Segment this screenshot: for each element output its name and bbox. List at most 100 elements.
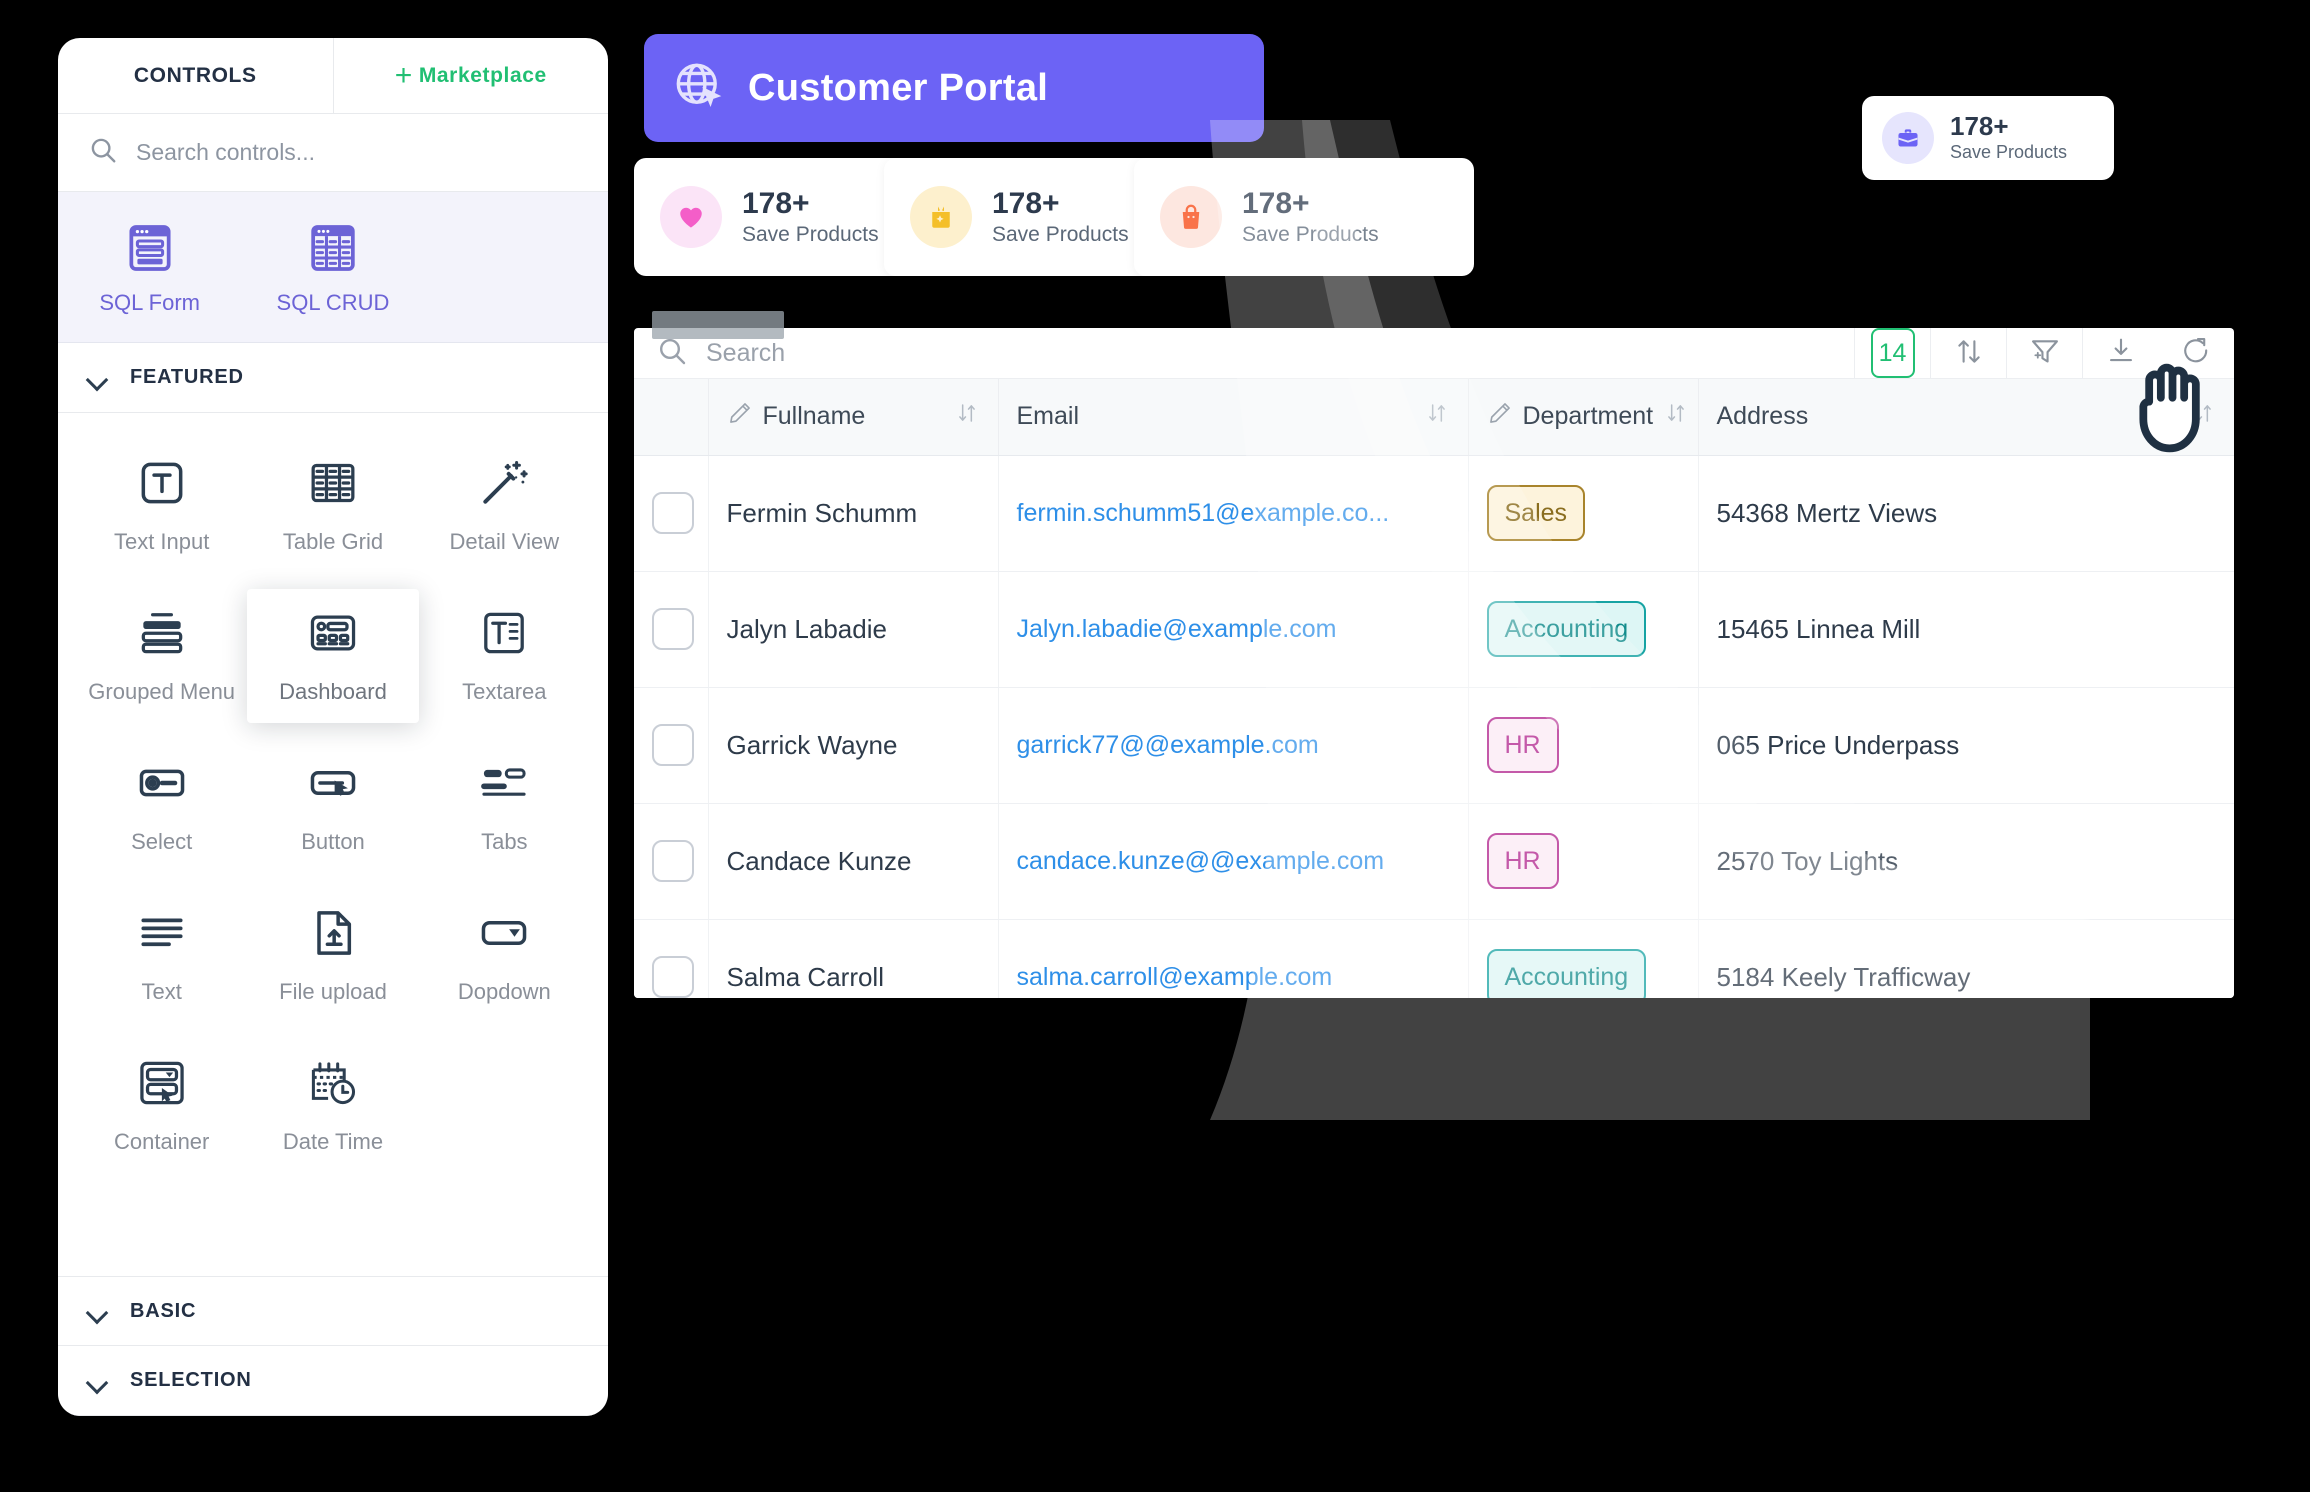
search-icon [656,335,688,372]
dropdown-icon [476,905,532,961]
control-tile-dropdown[interactable]: Dopdown [419,889,590,1023]
section-featured-label: FEATURED [130,366,244,388]
cell-email[interactable]: fermin.schumm51@example.co... [998,455,1469,572]
tabs-icon [476,755,532,811]
section-header-selection[interactable]: SELECTION [58,1346,608,1416]
control-label: Select [131,829,193,854]
data-table-card: 14 [634,328,2234,998]
stat-value: 178+ [742,187,810,221]
cell-email[interactable]: garrick77@@example.com [998,687,1469,804]
search-controls-input[interactable] [136,139,578,166]
control-label: Container [113,1129,210,1154]
control-label: Date Time [282,1129,384,1154]
stat-card-text: 178+ Save Products [992,187,1129,247]
row-checkbox[interactable] [652,956,694,998]
table-row[interactable]: Salma Carroll salma.carroll@example.com … [634,919,2234,998]
controls-tab-label: CONTROLS [133,63,257,87]
row-checkbox-cell[interactable] [634,571,709,688]
control-tile-dashboard[interactable]: Dashboard [247,589,419,723]
control-label: File upload [279,979,387,1004]
controls-tab[interactable]: CONTROLS [58,38,334,113]
control-tile-tabs[interactable]: Tabs [419,739,590,873]
control-tile-button[interactable]: Button [247,739,418,873]
table-row[interactable]: Candace Kunze candace.kunze@@example.com… [634,803,2234,920]
cell-fullname: Garrick Wayne [708,687,999,804]
table-toolbar: 14 [634,328,2234,379]
row-checkbox-cell[interactable] [634,455,709,572]
control-tile-text[interactable]: Text [76,889,247,1023]
table-row[interactable]: Fermin Schumm fermin.schumm51@example.co… [634,455,2234,572]
pencil-icon [1487,400,1513,433]
filter-button[interactable] [2006,328,2082,378]
column-header-fullname[interactable]: Fullname [708,379,999,456]
dashboard-icon [305,605,361,661]
sort-button[interactable] [1930,328,2006,378]
row-checkbox-cell[interactable] [634,687,709,804]
sort-toggle-icon[interactable] [1663,400,1689,433]
stat-card-text: 178+ Save Products [1950,111,2067,163]
featured-controls-grid: Text Input Table Grid Detail View Groupe… [58,413,608,1195]
table-row[interactable]: Jalyn Labadie Jalyn.labadie@example.com … [634,571,2234,688]
sql-crud-icon [305,220,361,276]
heart-icon [660,186,722,248]
cell-fullname: Jalyn Labadie [708,571,999,688]
column-header-department[interactable]: Department [1468,379,1699,456]
row-count-badge-button[interactable]: 14 [1854,328,1930,378]
cell-email[interactable]: candace.kunze@@example.com [998,803,1469,920]
briefcase-icon [1882,112,1934,164]
cell-email[interactable]: Jalyn.labadie@example.com [998,571,1469,688]
marketplace-tab-label: Marketplace [418,63,547,87]
sql-form-label: SQL Form [99,290,200,315]
stat-card-floating[interactable]: 178+ Save Products [1862,96,2114,180]
date-time-icon [305,1055,361,1111]
table-row[interactable]: Garrick Wayne garrick77@@example.com HR … [634,687,2234,804]
section-header-featured[interactable]: FEATURED [58,343,608,413]
column-label: Address [1716,402,1809,431]
control-label: Grouped Menu [88,679,236,704]
control-tile-text-input[interactable]: Text Input [76,439,247,573]
sort-toggle-icon[interactable] [954,400,980,433]
collapsed-sections: BASIC SELECTION [58,1276,608,1416]
control-label: Dashboard [279,679,387,704]
sort-arrows-icon [1952,334,1986,373]
control-tile-select[interactable]: Select [76,739,247,873]
stat-value: 178+ [1950,111,2009,142]
select-all-header[interactable] [634,379,709,456]
sort-toggle-icon[interactable] [1424,400,1450,433]
cell-email[interactable]: salma.carroll@example.com [998,919,1469,998]
column-header-email[interactable]: Email [998,379,1469,456]
control-label: Text Input [113,529,210,554]
control-tile-date-time[interactable]: Date Time [247,1039,418,1173]
globe-pointer-icon [672,59,726,118]
control-tile-sql-form[interactable]: SQL Form [58,220,241,316]
cell-address: 15465 Linnea Mill [1698,571,2234,688]
section-header-basic[interactable]: BASIC [58,1276,608,1346]
control-tile-container[interactable]: Container [76,1039,247,1173]
file-upload-icon [305,905,361,961]
control-label: Tabs [481,829,528,854]
text-lines-icon [134,905,190,961]
row-checkbox[interactable] [652,840,694,882]
control-tile-textarea[interactable]: Textarea [419,589,590,723]
portal-header: Customer Portal [644,34,1264,142]
table-search-input[interactable] [706,338,1854,368]
row-checkbox[interactable] [652,492,694,534]
marketplace-tab[interactable]: + Marketplace [334,38,609,113]
stat-card[interactable]: 178+ Save Products [1134,158,1474,276]
control-tile-grouped-menu[interactable]: Grouped Menu [76,589,247,723]
cell-department: Accounting [1468,919,1699,998]
control-tile-sql-crud[interactable]: SQL CRUD [241,220,424,316]
control-tile-detail-view[interactable]: Detail View [419,439,590,573]
control-tile-table-grid[interactable]: Table Grid [247,439,418,573]
control-tile-file-upload[interactable]: File upload [247,889,418,1023]
control-label: Textarea [462,679,547,704]
textarea-icon [476,605,532,661]
stat-label: Save Products [992,222,1129,246]
row-checkbox[interactable] [652,724,694,766]
row-checkbox-cell[interactable] [634,919,709,998]
row-checkbox[interactable] [652,608,694,650]
stat-value: 178+ [992,187,1060,221]
cell-fullname: Fermin Schumm [708,455,999,572]
row-checkbox-cell[interactable] [634,803,709,920]
control-label: Table Grid [282,529,384,554]
